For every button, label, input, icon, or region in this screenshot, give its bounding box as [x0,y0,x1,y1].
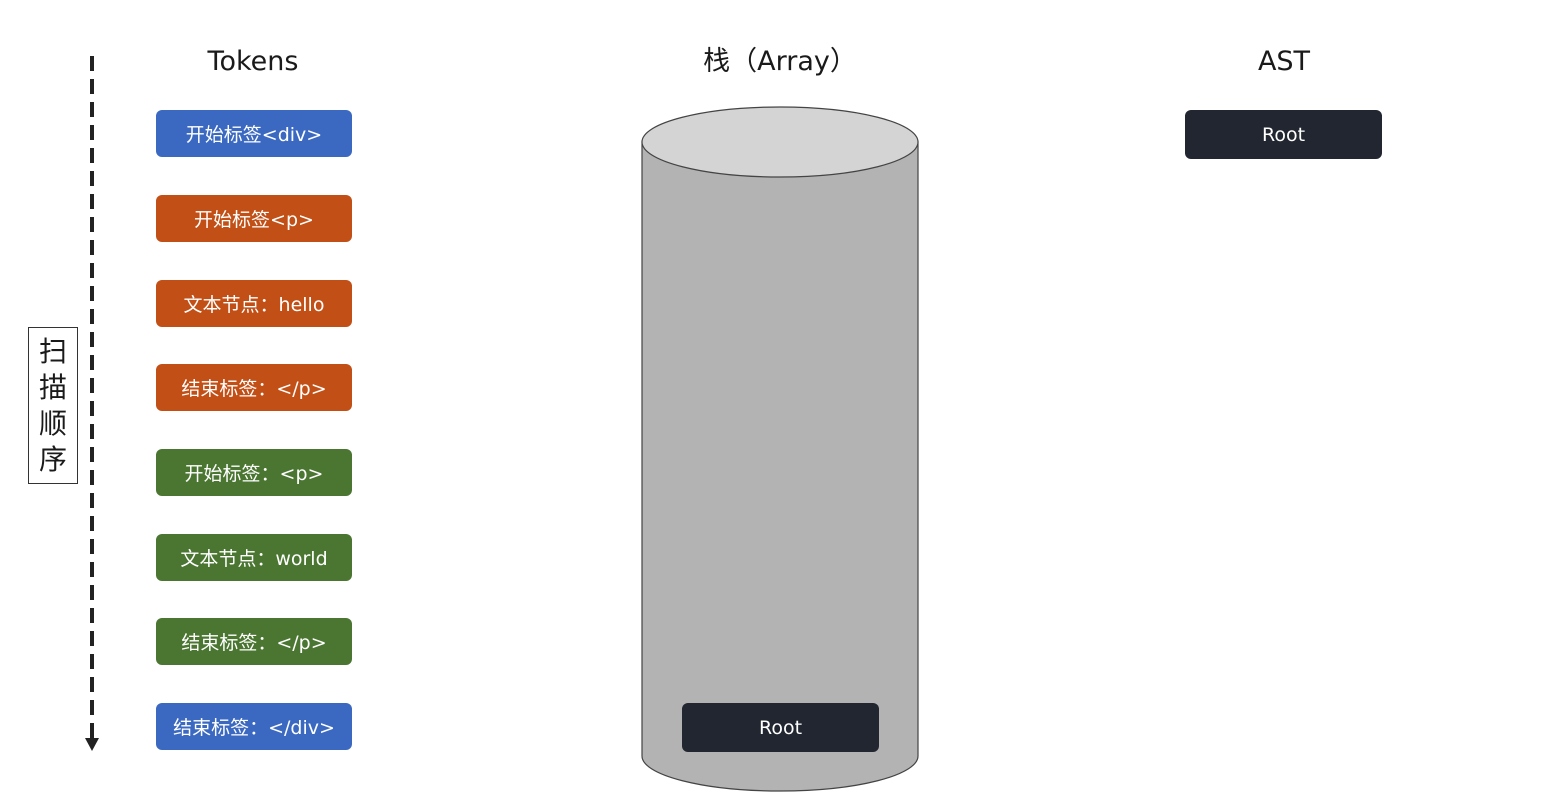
scan-order-label: 扫描顺序 [28,327,78,484]
token-start-p-2: 开始标签：<p> [156,449,352,496]
token-text-world: 文本节点：world [156,534,352,581]
token-end-p-2: 结束标签：</p> [156,618,352,665]
token-start-p: 开始标签<p> [156,195,352,242]
token-end-p: 结束标签：</p> [156,364,352,411]
tokens-title: Tokens [207,46,299,77]
stack-item-root: Root [682,703,879,752]
ast-root-node: Root [1185,110,1382,159]
stack-title: 栈（Array） [703,46,857,77]
token-text-hello: 文本节点：hello [156,280,352,327]
ast-title: AST [1257,46,1311,77]
token-start-div: 开始标签<div> [156,110,352,157]
token-end-div: 结束标签：</div> [156,703,352,750]
stack-cylinder [641,106,919,792]
